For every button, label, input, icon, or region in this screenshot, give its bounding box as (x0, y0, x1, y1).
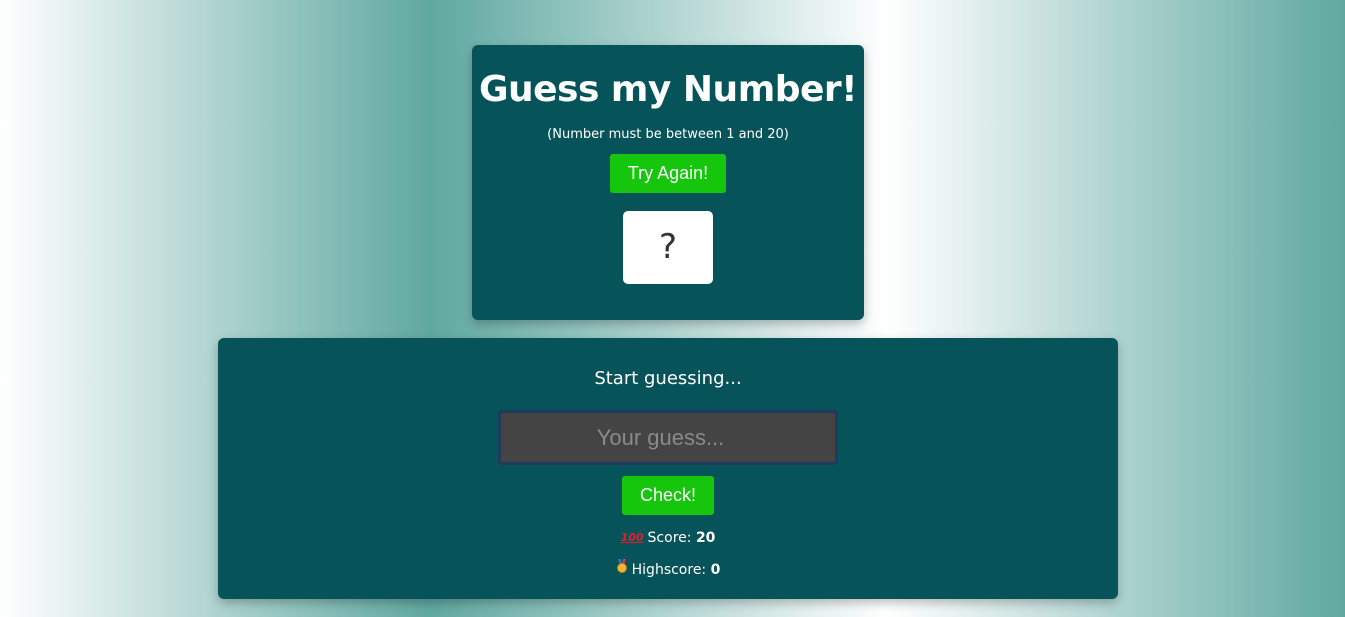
score-value: 20 (695, 530, 716, 546)
score-line: 100 Score: 20 (218, 528, 1118, 548)
hundred-points-icon: 100 (620, 531, 644, 544)
header-card: Guess my Number! (Number must be between… (472, 45, 864, 320)
range-hint: (Number must be between 1 and 20) (547, 127, 789, 142)
score-label: Score: (647, 530, 696, 546)
guess-card: Start guessing... Check! 100Score: 20 Hi… (218, 338, 1118, 599)
medal-icon (616, 559, 628, 580)
try-again-button[interactable]: Try Again! (610, 154, 726, 193)
page-title: Guess my Number! (478, 69, 858, 110)
highscore-line: Highscore: 0 (218, 559, 1118, 580)
highscore-value: 0 (710, 562, 721, 578)
check-button[interactable]: Check! (622, 476, 714, 515)
highscore-label: Highscore: (631, 562, 711, 578)
secret-number-display: ? (623, 211, 713, 284)
guess-input[interactable] (498, 410, 838, 465)
status-message: Start guessing... (594, 368, 742, 389)
